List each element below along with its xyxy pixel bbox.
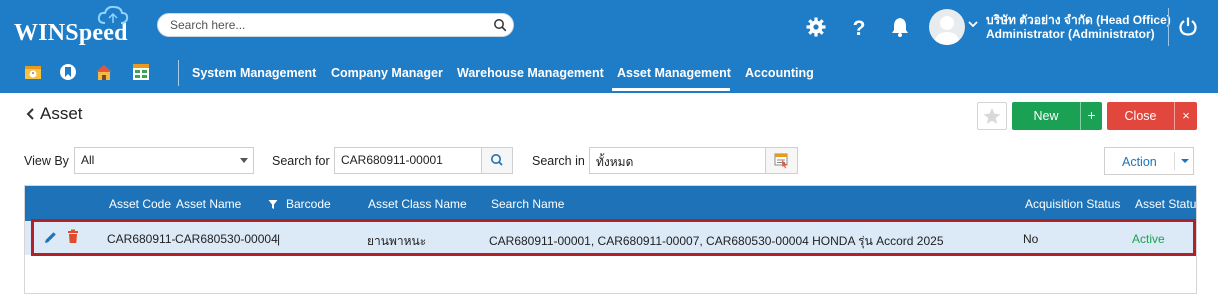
favorite-button[interactable] xyxy=(977,102,1007,130)
power-icon[interactable] xyxy=(1178,15,1198,37)
divider xyxy=(1174,152,1175,170)
search-for-input[interactable]: CAR680911-00001 xyxy=(334,147,482,174)
nav-divider xyxy=(178,60,179,86)
asset-grid: Asset Code Asset Name Barcode Asset Clas… xyxy=(24,185,1197,294)
search-input[interactable] xyxy=(170,17,480,33)
divider xyxy=(1168,8,1169,46)
global-search[interactable] xyxy=(157,13,514,37)
user-avatar-icon xyxy=(934,16,960,45)
nav-warehouse-management[interactable]: Warehouse Management xyxy=(457,66,604,80)
chevron-down-icon xyxy=(1181,159,1189,163)
col-asset-code[interactable]: Asset Code xyxy=(109,197,171,211)
search-icon xyxy=(491,154,503,166)
bookmark-icon[interactable] xyxy=(59,63,77,81)
search-for-label: Search for xyxy=(272,154,330,168)
search-in-input[interactable]: ทั้งหมด xyxy=(589,147,766,174)
search-in-label: Search in xyxy=(532,154,585,168)
view-by-select[interactable]: All xyxy=(74,147,254,174)
grid-report-icon[interactable] xyxy=(132,63,150,81)
filter-icon[interactable] xyxy=(268,199,278,210)
svg-text:?: ? xyxy=(853,17,866,38)
action-dropdown[interactable]: Action xyxy=(1104,147,1194,175)
new-dropdown-button[interactable]: + xyxy=(1080,102,1102,130)
calendar-clock-icon[interactable] xyxy=(24,63,42,81)
view-by-value: All xyxy=(81,153,95,167)
chevron-down-icon[interactable] xyxy=(968,20,978,28)
search-button[interactable] xyxy=(481,147,513,174)
col-asset-status[interactable]: Asset Status xyxy=(1135,197,1196,211)
search-in-value: ทั้งหมด xyxy=(596,155,634,169)
back-chevron-icon[interactable] xyxy=(26,107,36,121)
col-barcode[interactable]: Barcode xyxy=(286,197,331,211)
page-title: Asset xyxy=(40,104,83,123)
new-button[interactable]: New xyxy=(1012,102,1080,130)
dropdown-arrow-icon xyxy=(240,158,248,163)
col-search-name[interactable]: Search Name xyxy=(491,197,564,211)
action-label: Action xyxy=(1122,155,1157,169)
star-icon xyxy=(983,108,1001,124)
cloud-logo-icon xyxy=(97,5,129,24)
col-asset-name[interactable]: Asset Name xyxy=(176,197,241,211)
search-in-picker-button[interactable] xyxy=(765,147,798,174)
avatar[interactable] xyxy=(929,9,965,45)
search-icon[interactable] xyxy=(493,18,507,32)
nav-company-manager[interactable]: Company Manager xyxy=(331,66,443,80)
grid-header: Asset Code Asset Name Barcode Asset Clas… xyxy=(25,186,1196,221)
close-button[interactable]: Close xyxy=(1107,102,1174,130)
field-picker-icon xyxy=(774,153,788,169)
view-by-label: View By xyxy=(24,154,69,168)
col-acquisition-status[interactable]: Acquisition Status xyxy=(1025,197,1120,211)
top-bar: WINSpeed ? บริษัท ตัวอย่าง จำกัด (Hea xyxy=(0,0,1218,93)
bell-icon[interactable] xyxy=(889,14,911,38)
home-icon[interactable] xyxy=(95,63,113,81)
col-asset-class-name[interactable]: Asset Class Name xyxy=(368,197,467,211)
close-x-button[interactable]: × xyxy=(1174,102,1197,130)
help-icon[interactable]: ? xyxy=(848,14,870,38)
nav-active-indicator xyxy=(612,88,730,91)
search-for-value: CAR680911-00001 xyxy=(341,153,443,167)
nav-asset-management[interactable]: Asset Management xyxy=(617,66,731,80)
gear-icon[interactable] xyxy=(805,14,827,38)
row-highlight-frame xyxy=(31,219,1196,256)
nav-system-management[interactable]: System Management xyxy=(192,66,316,80)
nav-accounting[interactable]: Accounting xyxy=(745,66,814,80)
user-role: Administrator (Administrator) xyxy=(986,27,1155,41)
